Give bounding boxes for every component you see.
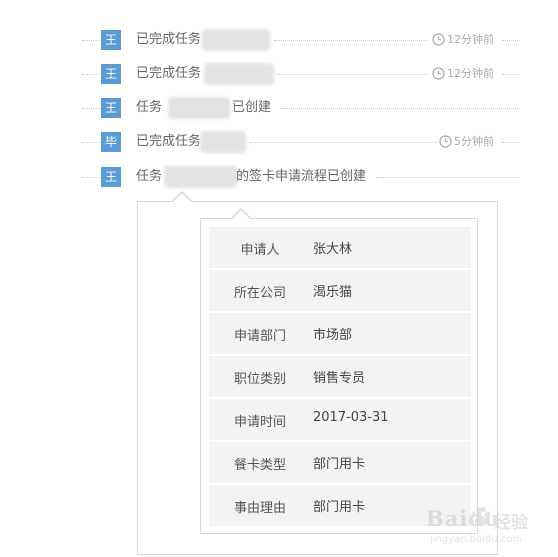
timestamp-text: 12分钟前 [447, 67, 494, 80]
detail-row: 职位类别 销售专员 [209, 356, 471, 397]
connector-line [280, 108, 520, 109]
watermark-brand: Baidu [426, 506, 501, 531]
pointer-caret [232, 210, 250, 219]
avatar: 王 [101, 64, 121, 84]
timestamp-text: 5分钟前 [454, 135, 494, 148]
detail-table: 申请人 张大林 所在公司 渴乐猫 申请部门 市场部 职位类别 销售专员 申请时间… [209, 227, 471, 528]
detail-row: 申请人 张大林 [209, 227, 471, 268]
avatar: 毕 [101, 132, 121, 152]
feed-message-suffix: 的签卡申请流程已创建 [236, 169, 367, 184]
detail-label: 申请部门 [233, 329, 286, 344]
connector-line [502, 40, 520, 41]
detail-value: 市场部 [313, 328, 353, 343]
connector-line [277, 74, 428, 75]
detail-value: 销售专员 [313, 371, 366, 386]
detail-row: 申请部门 市场部 [209, 313, 471, 354]
clock-icon [432, 67, 445, 80]
detail-label: 职位类别 [233, 372, 286, 387]
redacted-text [168, 97, 230, 119]
connector-line [502, 74, 520, 75]
connector-line [82, 40, 100, 41]
feed-message: 已完成任务 [136, 66, 202, 81]
timestamp: 12分钟前 [432, 66, 494, 82]
detail-row: 申请时间 2017-03-31 [209, 399, 471, 440]
clock-icon [432, 33, 445, 46]
pointer-caret [173, 193, 191, 202]
feed-item[interactable]: 王 已完成任务 12分钟前 [0, 63, 558, 85]
timestamp: 5分钟前 [439, 134, 494, 150]
feed-item[interactable]: 王 任务 的签卡申请流程已创建 [0, 166, 558, 188]
feed-item[interactable]: 毕 已完成任务 5分钟前 [0, 131, 558, 153]
detail-row: 餐卡类型 部门用卡 [209, 442, 471, 483]
connector-line [82, 142, 100, 143]
feed-message: 任务 [136, 100, 163, 115]
redacted-text [202, 29, 270, 51]
feed-message: 任务 [136, 169, 163, 184]
redacted-text [204, 63, 274, 85]
timestamp-text: 12分钟前 [447, 33, 494, 46]
connector-line [250, 142, 436, 143]
feed-item[interactable]: 王 任务 已创建 [0, 97, 558, 119]
detail-label: 餐卡类型 [233, 458, 286, 473]
feed-message: 已完成任务 [136, 134, 202, 149]
detail-label: 事由理由 [233, 501, 286, 516]
feed-item[interactable]: 王 已完成任务 12分钟前 [0, 29, 558, 51]
watermark-sub: 经验 [494, 513, 528, 533]
redacted-text [164, 166, 238, 188]
connector-line [82, 177, 100, 178]
connector-line [274, 40, 428, 41]
detail-value: 渴乐猫 [313, 285, 353, 300]
connector-line [376, 177, 520, 178]
connector-line [502, 142, 520, 143]
application-detail-card: 申请人 张大林 所在公司 渴乐猫 申请部门 市场部 职位类别 销售专员 申请时间… [200, 218, 478, 534]
redacted-text [200, 131, 246, 153]
detail-value: 部门用卡 [313, 457, 366, 472]
timestamp: 12分钟前 [432, 32, 494, 48]
avatar: 王 [101, 30, 121, 50]
detail-value: 部门用卡 [313, 500, 366, 515]
connector-line [82, 108, 100, 109]
watermark-url: jingyan.baidu.com [430, 534, 523, 545]
feed-message: 已完成任务 [136, 32, 202, 47]
avatar: 王 [101, 167, 121, 187]
feed-message-suffix: 已创建 [232, 100, 272, 115]
connector-line [82, 74, 100, 75]
detail-label: 申请时间 [233, 415, 286, 430]
baidu-watermark: Baidu 经验 jingyan.baidu.com [422, 498, 558, 556]
detail-row: 所在公司 渴乐猫 [209, 270, 471, 311]
detail-label: 所在公司 [233, 286, 286, 301]
detail-label: 申请人 [240, 243, 280, 258]
clock-icon [439, 135, 452, 148]
detail-value: 张大林 [313, 242, 353, 257]
detail-value: 2017-03-31 [313, 410, 389, 425]
avatar: 王 [101, 98, 121, 118]
